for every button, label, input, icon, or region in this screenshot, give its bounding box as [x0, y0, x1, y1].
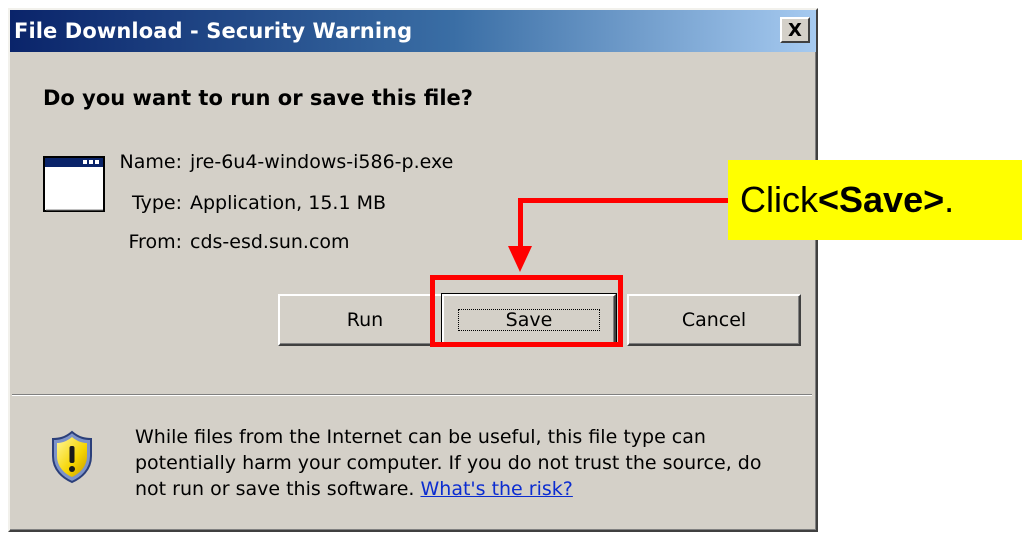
dialog-heading: Do you want to run or save this file? — [43, 86, 473, 110]
save-button-label: Save — [505, 309, 553, 331]
callout-arrow-horizontal — [518, 198, 728, 203]
close-icon: X — [788, 19, 802, 41]
callout-prefix: Click — [740, 179, 818, 220]
save-button[interactable]: Save — [441, 293, 617, 347]
callout-bold: <Save> — [818, 179, 945, 220]
run-button[interactable]: Run — [278, 294, 452, 346]
separator — [12, 394, 812, 396]
file-type-value: Application, 15.1 MB — [190, 192, 387, 214]
security-warning-dialog: File Download - Security Warning X Do yo… — [8, 8, 818, 532]
file-source-value: cds-esd.sun.com — [190, 231, 350, 253]
screenshot-stage: File Download - Security Warning X Do yo… — [0, 0, 1025, 536]
arrow-down-icon — [508, 246, 532, 272]
instruction-callout: Click <Save>. — [728, 160, 1022, 240]
file-type-row: Type: Application, 15.1 MB — [96, 192, 386, 214]
security-shield-icon — [52, 430, 92, 484]
file-name-label: Name: — [119, 151, 182, 173]
callout-suffix: . — [944, 179, 955, 220]
file-source-label: From: — [128, 231, 182, 253]
whats-the-risk-link[interactable]: What's the risk? — [420, 478, 572, 500]
callout-arrow-vertical — [518, 198, 523, 250]
title-bar[interactable]: File Download - Security Warning X — [10, 10, 816, 52]
warning-message: While files from the Internet can be use… — [135, 424, 795, 502]
file-name-row: Name: jre-6u4-windows-i586-p.exe — [96, 151, 454, 173]
file-source-row: From: cds-esd.sun.com — [96, 231, 350, 253]
file-name-value: jre-6u4-windows-i586-p.exe — [190, 151, 454, 173]
close-button[interactable]: X — [780, 17, 810, 43]
file-type-label: Type: — [131, 192, 182, 214]
cancel-button[interactable]: Cancel — [627, 294, 801, 346]
window-title: File Download - Security Warning — [14, 19, 413, 43]
